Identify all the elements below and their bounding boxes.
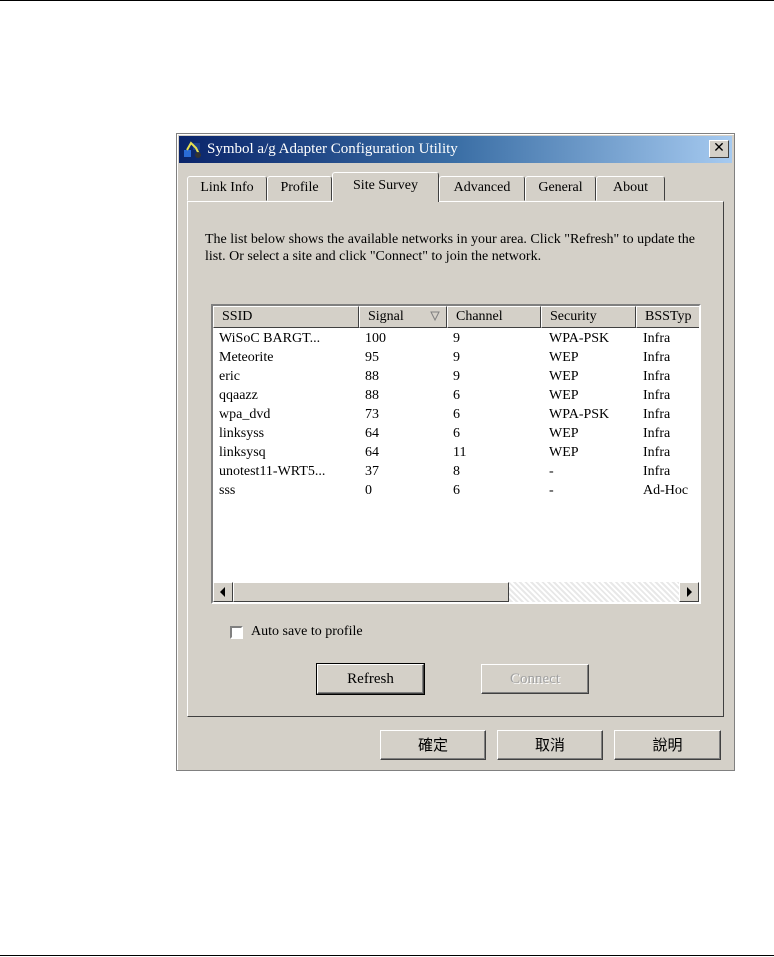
- list-cell: WPA-PSK: [549, 407, 610, 422]
- arrow-left-icon: [220, 587, 225, 597]
- list-cell: Infra: [643, 388, 671, 403]
- app-icon: [184, 141, 201, 158]
- list-item[interactable]: wpa_dvd 73 6 WPA-PSK Infra: [213, 405, 699, 424]
- config-utility-window: Symbol a/g Adapter Configuration Utility…: [176, 133, 735, 771]
- list-cell: Ad-Hoc: [643, 483, 689, 498]
- list-cell: 6: [453, 426, 460, 441]
- arrow-right-icon: [687, 587, 692, 597]
- list-cell: sss: [219, 483, 236, 498]
- list-rows: WiSoC BARGT... 100 9 WPA-PSK Infra Meteorite 9…: [213, 329, 699, 500]
- list-cell: Infra: [643, 445, 671, 460]
- list-cell: Infra: [643, 331, 671, 346]
- list-cell: 6: [453, 483, 460, 498]
- help-button[interactable]: 說明: [614, 730, 721, 760]
- list-cell: WiSoC BARGT...: [219, 331, 321, 346]
- list-cell: 95: [365, 350, 379, 365]
- list-cell: 88: [365, 388, 379, 403]
- list-cell: 37: [365, 464, 379, 479]
- tab-site-survey[interactable]: Site Survey: [332, 172, 439, 202]
- window-title: Symbol a/g Adapter Configuration Utility: [207, 141, 458, 157]
- close-icon: ✕: [713, 140, 725, 156]
- auto-save-label: Auto save to profile: [251, 624, 363, 639]
- list-cell: Infra: [643, 464, 671, 479]
- list-cell: 88: [365, 369, 379, 384]
- refresh-button[interactable]: Refresh: [316, 663, 425, 695]
- list-item[interactable]: linksysq 64 11 WEP Infra: [213, 443, 699, 462]
- list-cell: 9: [453, 350, 460, 365]
- list-cell: eric: [219, 369, 240, 384]
- list-cell: WPA-PSK: [549, 331, 610, 346]
- sort-descending-icon: [430, 311, 440, 321]
- page-bottom-rule: [0, 955, 774, 956]
- horizontal-scrollbar[interactable]: [213, 582, 699, 602]
- cancel-button[interactable]: 取消: [497, 730, 603, 760]
- list-cell: WEP: [549, 388, 579, 403]
- auto-save-checkbox[interactable]: [230, 625, 243, 639]
- list-cell: Meteorite: [219, 350, 274, 365]
- list-cell: unotest11-WRT5...: [219, 464, 326, 479]
- list-cell: 73: [365, 407, 379, 422]
- list-item[interactable]: qqaazz 88 6 WEP Infra: [213, 386, 699, 405]
- list-cell: linksysq: [219, 445, 266, 460]
- tab-link-info[interactable]: Link Info: [187, 176, 267, 201]
- column-header-signal[interactable]: Signal: [359, 306, 447, 328]
- list-cell: WEP: [549, 426, 579, 441]
- list-cell: 0: [365, 483, 372, 498]
- close-button[interactable]: ✕: [709, 140, 729, 158]
- scroll-right-button[interactable]: [679, 582, 699, 602]
- list-cell: 9: [453, 369, 460, 384]
- network-list[interactable]: SSID Signal Channel Security BSSTyp WiSo…: [211, 304, 701, 604]
- list-cell: Infra: [643, 369, 671, 384]
- list-item[interactable]: sss 0 6 - Ad-Hoc: [213, 481, 699, 500]
- list-cell: 100: [365, 331, 386, 346]
- list-cell: WEP: [549, 350, 579, 365]
- title-bar[interactable]: Symbol a/g Adapter Configuration Utility…: [179, 136, 732, 163]
- list-cell: 6: [453, 388, 460, 403]
- connect-button[interactable]: Connect: [481, 664, 589, 694]
- list-cell: qqaazz: [219, 388, 258, 403]
- list-item[interactable]: WiSoC BARGT... 100 9 WPA-PSK Infra: [213, 329, 699, 348]
- tab-profile[interactable]: Profile: [267, 176, 332, 201]
- list-item[interactable]: linksyss 64 6 WEP Infra: [213, 424, 699, 443]
- list-cell: Infra: [643, 426, 671, 441]
- scroll-thumb[interactable]: [233, 582, 509, 602]
- ok-button[interactable]: 確定: [380, 730, 486, 760]
- column-header-bsstype[interactable]: BSSTyp: [636, 306, 699, 328]
- list-cell: Infra: [643, 350, 671, 365]
- column-header-channel[interactable]: Channel: [447, 306, 541, 328]
- list-item[interactable]: Meteorite 95 9 WEP Infra: [213, 348, 699, 367]
- scroll-left-button[interactable]: [213, 582, 233, 602]
- tab-advanced[interactable]: Advanced: [439, 176, 525, 201]
- tab-general[interactable]: General: [525, 176, 596, 201]
- column-header-ssid[interactable]: SSID: [213, 306, 359, 328]
- tab-about[interactable]: About: [596, 176, 665, 201]
- list-cell: 11: [453, 445, 467, 460]
- list-cell: linksyss: [219, 426, 265, 441]
- list-cell: WEP: [549, 445, 579, 460]
- list-cell: -: [549, 464, 554, 479]
- site-survey-description: The list below shows the available netwo…: [205, 232, 696, 264]
- auto-save-option[interactable]: Auto save to profile: [230, 624, 363, 640]
- list-item[interactable]: unotest11-WRT5... 37 8 - Infra: [213, 462, 699, 481]
- list-cell: WEP: [549, 369, 579, 384]
- list-cell: -: [549, 483, 554, 498]
- page-top-rule: [0, 0, 774, 1]
- list-cell: 9: [453, 331, 460, 346]
- list-cell: 64: [365, 426, 379, 441]
- list-cell: wpa_dvd: [219, 407, 271, 422]
- column-header-security[interactable]: Security: [541, 306, 636, 328]
- list-header: SSID Signal Channel Security BSSTyp: [213, 306, 699, 328]
- list-cell: 64: [365, 445, 379, 460]
- list-cell: Infra: [643, 407, 671, 422]
- list-item[interactable]: eric 88 9 WEP Infra: [213, 367, 699, 386]
- list-cell: 8: [453, 464, 460, 479]
- list-cell: 6: [453, 407, 460, 422]
